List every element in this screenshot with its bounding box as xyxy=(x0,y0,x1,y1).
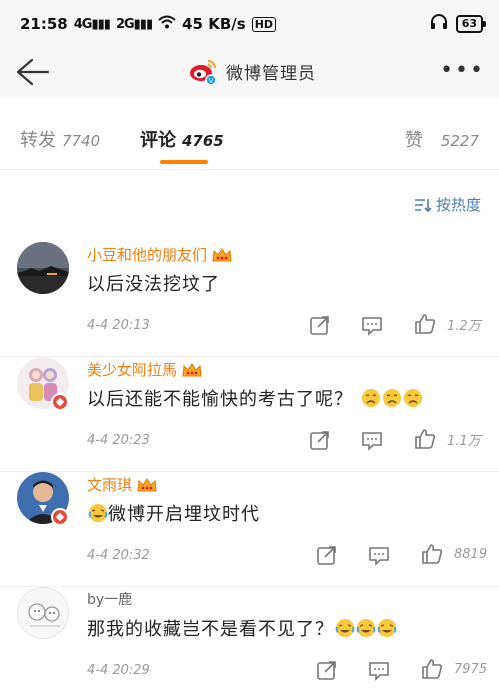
active-tab-indicator xyxy=(160,160,208,164)
laughing-crying-emoji-icon xyxy=(335,619,355,637)
like-button[interactable]: 8819 xyxy=(420,542,487,566)
sad-face-emoji-icon xyxy=(382,389,401,407)
like-button[interactable]: 1.1万 xyxy=(413,427,481,451)
comment-icon[interactable] xyxy=(361,314,383,336)
comment-item: 小豆和他的朋友们 以后没法挖坟了 4-4 20:13 1.2万 xyxy=(0,242,499,357)
comment-time: 4-4 20:32 xyxy=(87,548,150,563)
back-arrow-icon[interactable] xyxy=(12,54,52,90)
comment-text: 微博开启埋坟时代 xyxy=(87,500,260,526)
tab-repost[interactable]: 转发 7740 xyxy=(20,126,100,152)
signal-icon: 4G▮▮▮ xyxy=(73,16,111,32)
more-dots-icon[interactable]: ••• xyxy=(440,58,485,83)
tab-repost-count: 7740 xyxy=(62,132,101,150)
tab-repost-label: 转发 xyxy=(20,130,56,151)
laughing-crying-emoji-icon xyxy=(356,619,376,637)
laughing-crying-emoji-icon xyxy=(88,504,108,522)
verified-badge-icon xyxy=(51,508,69,526)
like-count: 8819 xyxy=(454,546,488,562)
like-count: 1.2万 xyxy=(447,318,481,334)
hd-icon: HD xyxy=(251,16,277,32)
comment-meta: 4-4 20:23 1.1万 xyxy=(87,429,499,451)
comment-meta: 4-4 20:13 1.2万 xyxy=(87,314,499,336)
like-button[interactable]: 7975 xyxy=(420,657,487,681)
laughing-crying-emoji-icon xyxy=(377,619,397,637)
like-count: 7975 xyxy=(454,661,488,677)
thumbs-up-icon xyxy=(415,314,436,334)
comment-meta: 4-4 20:32 8819 xyxy=(87,544,499,566)
thumbs-up-icon xyxy=(422,544,443,564)
comment-icon[interactable] xyxy=(368,544,390,566)
comment-time: 4-4 20:29 xyxy=(87,663,150,678)
comment-text: 那我的收藏岂不是看不见了？ xyxy=(87,615,397,641)
verified-badge-icon xyxy=(51,393,69,411)
nav-bar: V 微博管理员 ••• xyxy=(0,48,499,98)
status-bar: 21:58 4G▮▮▮ 2G▮▮▮ 45 KB/s HD 63 xyxy=(0,0,499,48)
status-left: 21:58 4G▮▮▮ 2G▮▮▮ 45 KB/s HD xyxy=(20,15,277,33)
tab-like-label: 赞 xyxy=(404,130,423,151)
tab-like[interactable]: 赞 5227 xyxy=(405,126,479,152)
share-icon[interactable] xyxy=(309,429,331,451)
comment-item: by一鹿 那我的收藏岂不是看不见了？ 4-4 20:29 7975 xyxy=(0,587,499,690)
headphone-icon xyxy=(430,14,448,34)
status-right: 63 xyxy=(430,14,487,34)
comment-username[interactable]: 小豆和他的朋友们 xyxy=(87,244,233,265)
comment-time: 4-4 20:23 xyxy=(87,433,150,448)
sad-face-emoji-icon xyxy=(403,389,422,407)
comment-username[interactable]: 美少女阿拉馬 xyxy=(87,359,203,380)
comment-time: 4-4 20:13 xyxy=(87,318,150,333)
sort-icon xyxy=(414,198,432,212)
comment-text: 以后还能不能愉快的考古了呢？ xyxy=(87,385,423,411)
sort-label: 按热度 xyxy=(435,196,481,214)
sad-face-emoji-icon xyxy=(361,389,380,407)
thumbs-up-icon xyxy=(422,659,443,679)
comment-icon[interactable] xyxy=(361,429,383,451)
share-icon[interactable] xyxy=(316,659,338,681)
vip-crown-icon xyxy=(137,477,157,491)
vip-crown-icon xyxy=(182,362,202,376)
avatar[interactable] xyxy=(17,587,69,639)
nav-title-wrap[interactable]: V 微博管理员 xyxy=(188,56,316,86)
signal-icon-2: 2G▮▮▮ xyxy=(115,16,153,32)
wifi-icon xyxy=(158,15,176,33)
tab-like-count: 5227 xyxy=(440,132,479,150)
tab-comment-count: 4765 xyxy=(182,132,224,150)
comment-meta: 4-4 20:29 7975 xyxy=(87,659,499,681)
comment-username[interactable]: 文雨琪 xyxy=(87,474,158,495)
status-time: 21:58 xyxy=(20,15,68,33)
comment-text: 以后没法挖坟了 xyxy=(87,274,220,295)
svg-text:V: V xyxy=(209,78,214,85)
avatar[interactable] xyxy=(17,242,69,294)
battery-icon: 63 xyxy=(455,15,487,33)
comment-item: 美少女阿拉馬 以后还能不能愉快的考古了呢？ 4-4 20:23 1.1万 xyxy=(0,357,499,472)
share-icon[interactable] xyxy=(316,544,338,566)
comment-icon[interactable] xyxy=(368,659,390,681)
tab-bar: 转发 7740 评论 4765 赞 5227 xyxy=(0,98,499,170)
nav-title: 微博管理员 xyxy=(226,63,316,84)
like-count: 1.1万 xyxy=(447,433,481,449)
weibo-logo-icon: V xyxy=(188,56,218,86)
network-speed: 45 KB/s xyxy=(182,15,246,33)
like-button[interactable]: 1.2万 xyxy=(413,312,481,336)
thumbs-up-icon xyxy=(415,429,436,449)
vip-crown-icon xyxy=(212,247,232,261)
tab-comment-label: 评论 xyxy=(140,130,176,151)
comment-username[interactable]: by一鹿 xyxy=(87,589,132,609)
tab-comment[interactable]: 评论 4765 xyxy=(140,126,224,152)
comment-item: 文雨琪 微博开启埋坟时代 4-4 20:32 8819 xyxy=(0,472,499,587)
sort-button[interactable]: 按热度 xyxy=(414,194,481,215)
share-icon[interactable] xyxy=(309,314,331,336)
